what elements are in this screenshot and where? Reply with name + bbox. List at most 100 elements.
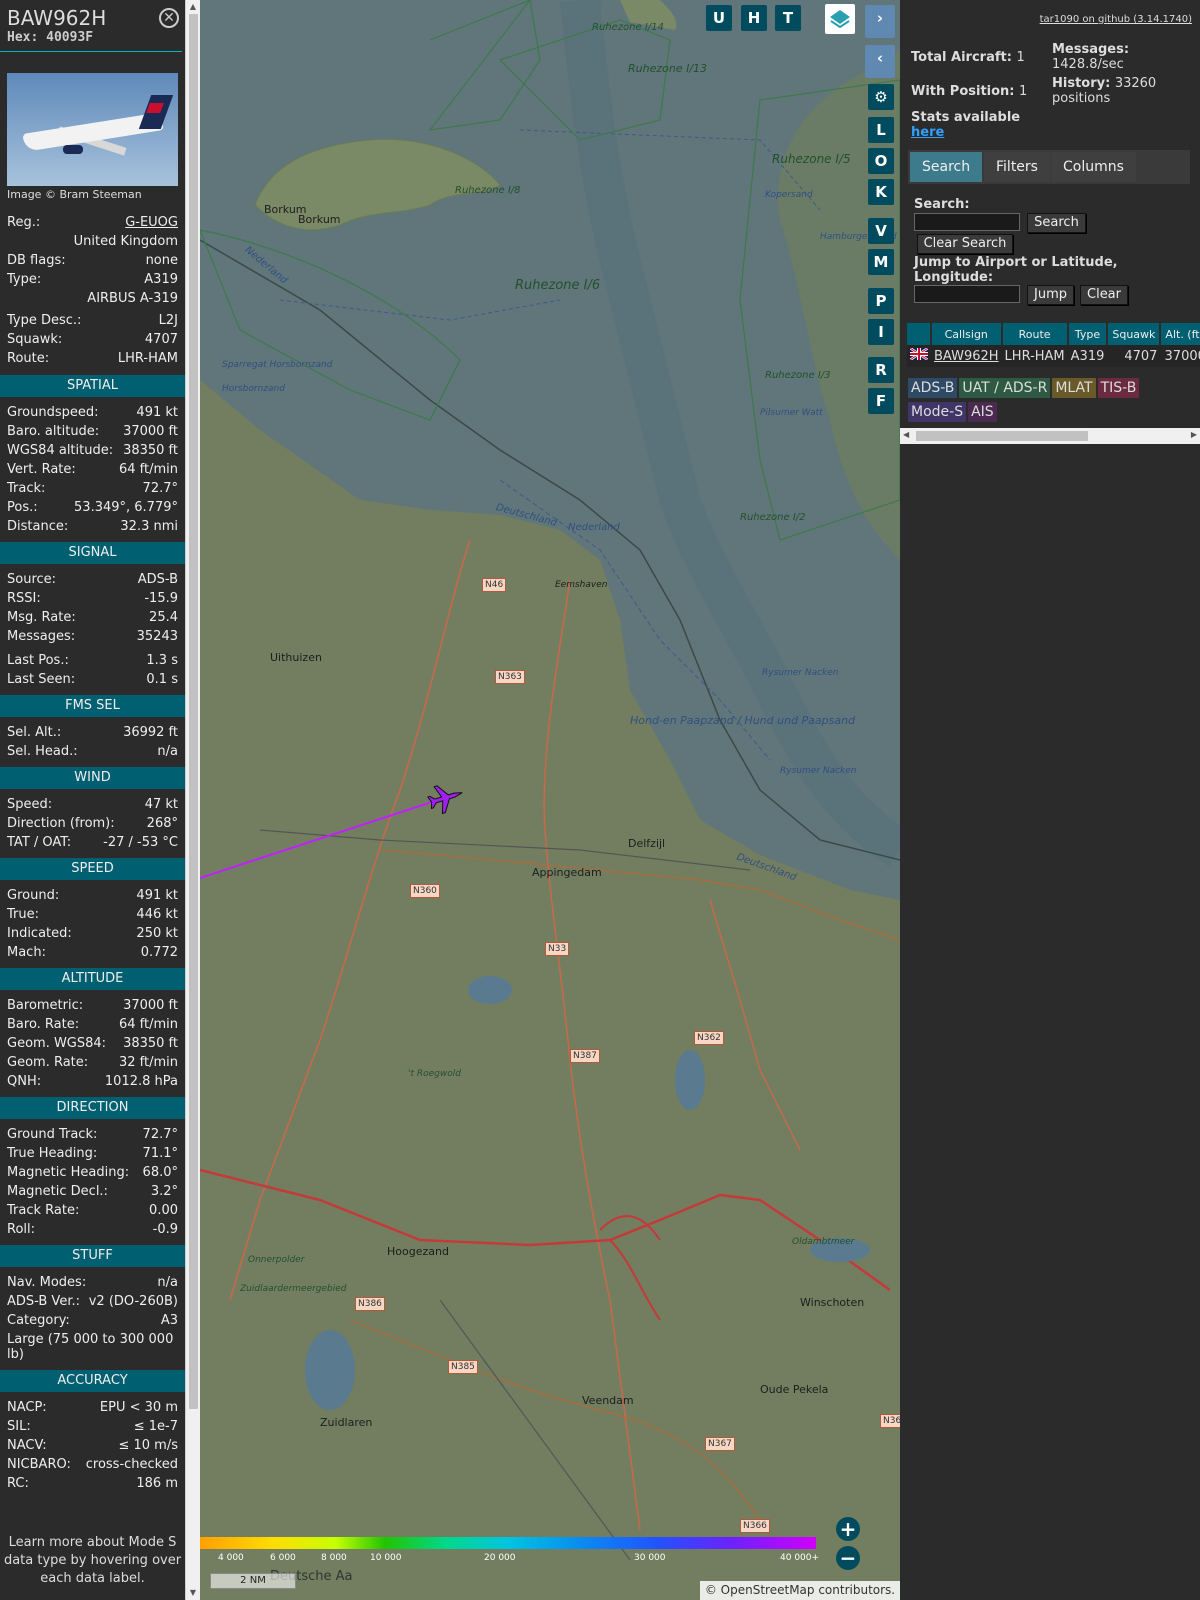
- tab-filters[interactable]: Filters: [984, 152, 1050, 182]
- info-label[interactable]: NACV:: [7, 1436, 47, 1455]
- map-toggle-p-button[interactable]: P: [868, 288, 894, 314]
- chip-ais[interactable]: AIS: [968, 402, 997, 422]
- chip-adsb[interactable]: ADS-B: [908, 378, 958, 398]
- toggle-u-button[interactable]: U: [706, 5, 732, 31]
- info-label[interactable]: Groundspeed:: [7, 403, 98, 422]
- jump-input[interactable]: [914, 285, 1020, 303]
- info-label[interactable]: QNH:: [7, 1072, 41, 1091]
- chip-mlat[interactable]: MLAT: [1052, 378, 1096, 398]
- info-label[interactable]: ADS-B Ver.:: [7, 1292, 80, 1311]
- map-toggle-i-button[interactable]: I: [868, 319, 894, 345]
- chip-uat[interactable]: UAT / ADS-R: [959, 378, 1051, 398]
- tab-columns[interactable]: Columns: [1051, 152, 1136, 182]
- info-label[interactable]: Distance:: [7, 517, 68, 536]
- info-label[interactable]: Roll:: [7, 1220, 35, 1239]
- info-scrollbar[interactable]: ▲ ▼: [185, 0, 200, 1600]
- learn-more-text: Learn more about Mode S data type by hov…: [3, 1535, 182, 1586]
- info-label[interactable]: Track Rate:: [7, 1201, 79, 1220]
- info-label[interactable]: Category:: [7, 1311, 70, 1330]
- registration-link[interactable]: G-EUOG: [125, 213, 178, 232]
- map-toggle-o-button[interactable]: O: [868, 148, 894, 174]
- info-label[interactable]: Source:: [7, 570, 56, 589]
- zoom-out-button[interactable]: −: [836, 1546, 860, 1570]
- chevron-left-icon[interactable]: ‹: [865, 45, 895, 78]
- info-label[interactable]: Indicated:: [7, 924, 72, 943]
- info-label[interactable]: Vert. Rate:: [7, 460, 76, 479]
- map-toggle-l-button[interactable]: L: [868, 117, 894, 143]
- info-label[interactable]: WGS84 altitude:: [7, 441, 113, 460]
- altitude-colorbar: [200, 1537, 816, 1549]
- info-label[interactable]: Baro. Rate:: [7, 1015, 79, 1034]
- info-label[interactable]: RC:: [7, 1474, 29, 1493]
- jump-button[interactable]: Jump: [1027, 285, 1074, 305]
- info-label[interactable]: Magnetic Heading:: [7, 1163, 129, 1182]
- info-label[interactable]: Sel. Alt.:: [7, 723, 61, 742]
- map-toggle-v-button[interactable]: V: [868, 218, 894, 244]
- info-label[interactable]: Ground Track:: [7, 1125, 97, 1144]
- info-label[interactable]: Ground:: [7, 886, 59, 905]
- info-label[interactable]: True Heading:: [7, 1144, 97, 1163]
- info-label[interactable]: TAT / OAT:: [7, 833, 71, 852]
- table-row[interactable]: BAW962H LHR-HAM A319 4707 37000: [907, 345, 1200, 367]
- info-label[interactable]: Pos.:: [7, 498, 38, 517]
- col-callsign[interactable]: Callsign: [931, 323, 1003, 345]
- github-link[interactable]: tar1090 on github (3.14.1740): [1040, 14, 1192, 25]
- map-toggle-m-button[interactable]: M: [868, 249, 894, 275]
- col-type[interactable]: Type: [1067, 323, 1109, 345]
- chevron-right-icon[interactable]: ›: [865, 5, 895, 38]
- map-toggle-r-button[interactable]: R: [868, 357, 894, 383]
- chip-tisb[interactable]: TIS-B: [1097, 378, 1140, 398]
- zone-label: Oldambtmeer: [792, 1237, 855, 1247]
- zone-label: Ruhezone I/6: [515, 278, 601, 293]
- info-label[interactable]: Direction (from):: [7, 814, 115, 833]
- info-label[interactable]: Mach:: [7, 943, 46, 962]
- info-label[interactable]: SIL:: [7, 1417, 31, 1436]
- clear-button[interactable]: Clear: [1080, 285, 1128, 305]
- info-label[interactable]: Nav. Modes:: [7, 1273, 86, 1292]
- settings-gear-icon[interactable]: ⚙: [868, 84, 894, 110]
- zoom-in-button[interactable]: +: [836, 1517, 860, 1541]
- aircraft-photo[interactable]: [7, 73, 178, 186]
- search-button[interactable]: Search: [1027, 213, 1086, 233]
- close-icon[interactable]: ✕: [159, 8, 179, 28]
- info-label[interactable]: RSSI:: [7, 589, 41, 608]
- map-attribution[interactable]: © OpenStreetMap contributors.: [700, 1581, 900, 1600]
- stats-link[interactable]: here: [911, 125, 1020, 140]
- col-squawk[interactable]: Squawk: [1107, 323, 1162, 345]
- col-flag[interactable]: [907, 323, 932, 345]
- tab-search[interactable]: Search: [910, 152, 983, 182]
- info-label[interactable]: Baro. altitude:: [7, 422, 99, 441]
- info-label[interactable]: Sel. Head.:: [7, 742, 78, 761]
- info-label[interactable]: Messages:: [7, 627, 75, 646]
- map[interactable]: Borkum Borkum Uithuizen Eemshaven Apping…: [200, 0, 900, 1600]
- info-label[interactable]: NICBARO:: [7, 1455, 71, 1474]
- row-callsign[interactable]: BAW962H: [931, 345, 1002, 367]
- clear-search-button[interactable]: Clear Search: [917, 234, 1013, 254]
- info-label[interactable]: Last Pos.:: [7, 651, 69, 670]
- info-label[interactable]: Msg. Rate:: [7, 608, 76, 627]
- aircraft-header: BAW962H Hex: 40093F: [0, 0, 182, 52]
- info-label[interactable]: Track:: [7, 479, 45, 498]
- road-shield: N36: [880, 1414, 900, 1428]
- with-position: 1: [1019, 84, 1028, 99]
- source-legend: ADS-B UAT / ADS-R MLAT TIS-B Mode-S AIS: [908, 378, 1198, 426]
- info-label[interactable]: Geom. WGS84:: [7, 1034, 106, 1053]
- col-route[interactable]: Route: [1001, 323, 1069, 345]
- info-label[interactable]: NACP:: [7, 1398, 47, 1417]
- info-label[interactable]: True:: [7, 905, 39, 924]
- col-altitude[interactable]: Alt. (ft): [1160, 323, 1200, 345]
- info-label[interactable]: Last Seen:: [7, 670, 75, 689]
- layers-icon[interactable]: [825, 4, 855, 34]
- chip-modes[interactable]: Mode-S: [908, 402, 967, 422]
- search-input[interactable]: [914, 213, 1020, 231]
- info-label[interactable]: Speed:: [7, 795, 52, 814]
- toggle-t-button[interactable]: T: [775, 5, 801, 31]
- info-label[interactable]: Barometric:: [7, 996, 83, 1015]
- info-row: Track: 72.7°: [0, 479, 185, 498]
- table-scrollbar[interactable]: ◀ ▶: [900, 428, 1200, 444]
- info-label[interactable]: Geom. Rate:: [7, 1053, 88, 1072]
- map-toggle-f-button[interactable]: F: [868, 388, 894, 414]
- info-label[interactable]: Magnetic Decl.:: [7, 1182, 108, 1201]
- toggle-h-button[interactable]: H: [741, 5, 767, 31]
- map-toggle-k-button[interactable]: K: [868, 179, 894, 205]
